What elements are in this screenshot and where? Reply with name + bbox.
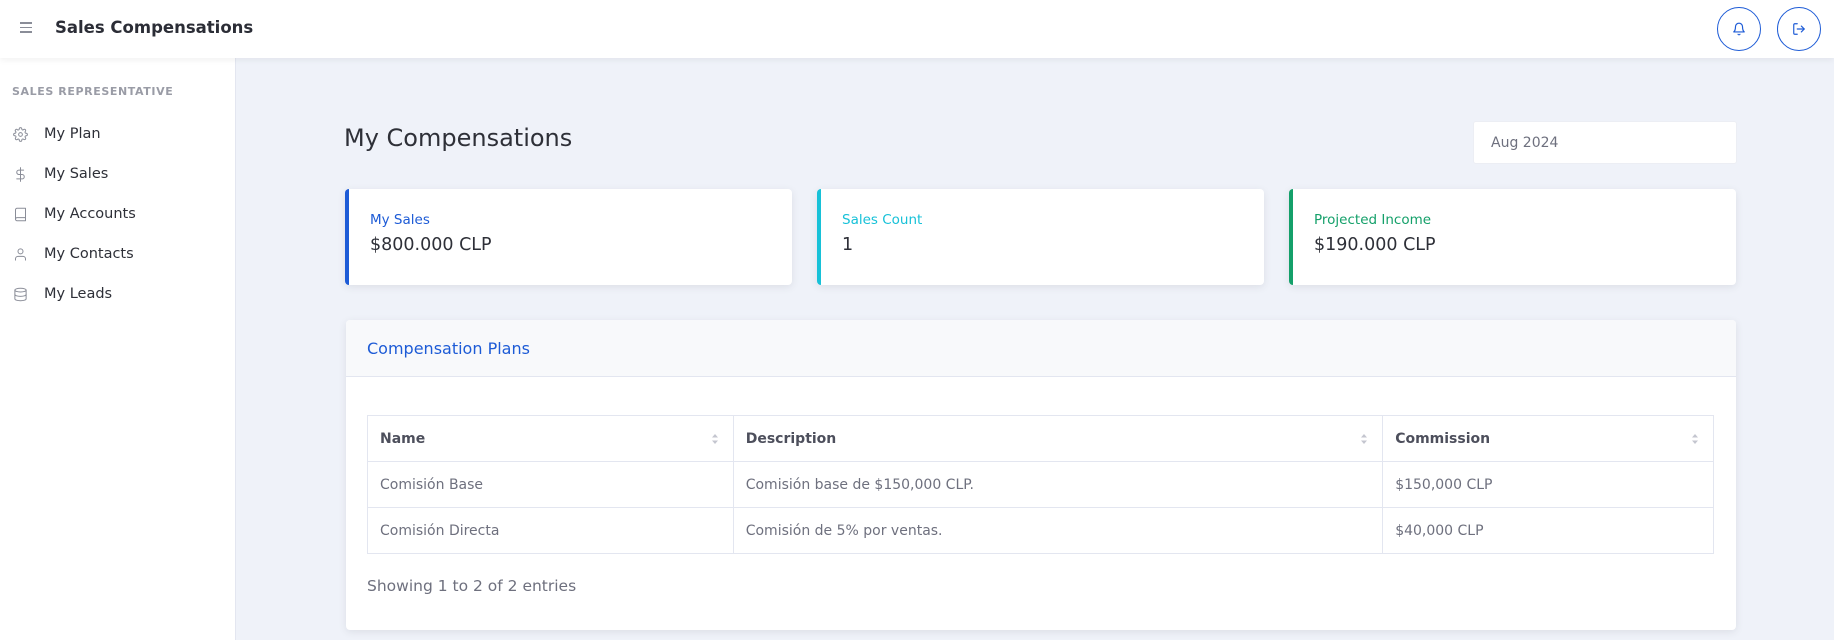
- stat-card-projected-income: Projected Income $190.000 CLP: [1289, 189, 1736, 285]
- app-title: Sales Compensations: [55, 18, 254, 37]
- bell-icon: [1733, 22, 1745, 36]
- sort-icon: [711, 434, 718, 444]
- person-icon: [12, 246, 28, 262]
- menu-icon[interactable]: [20, 22, 32, 34]
- logout-icon: [1793, 23, 1805, 35]
- stat-card-sales-count: Sales Count 1: [817, 189, 1264, 285]
- table-cell-name: Comisión Directa: [367, 507, 734, 554]
- sidebar-item-my-accounts[interactable]: My Accounts: [0, 195, 236, 233]
- sidebar-item-my-sales[interactable]: My Sales: [0, 155, 236, 193]
- sidebar: SALES REPRESENTATIVE My Plan My Sales My…: [0, 58, 236, 640]
- gear-icon: [12, 126, 28, 142]
- table-cell-description: Comisión de 5% por ventas.: [732, 507, 1384, 554]
- column-header-description[interactable]: Description: [732, 415, 1384, 462]
- sort-icon: [1692, 434, 1698, 444]
- stat-card-label: My Sales: [370, 212, 430, 228]
- sidebar-item-my-contacts[interactable]: My Contacts: [0, 235, 236, 273]
- page-title: My Compensations: [344, 124, 573, 152]
- compensation-plans-panel: Compensation Plans Name Description Comm…: [346, 320, 1736, 630]
- table-row: Comisión Base Comisión base de $150,000 …: [367, 461, 1714, 508]
- sidebar-item-label: My Leads: [44, 286, 113, 302]
- sidebar-item-label: My Sales: [44, 166, 109, 182]
- stat-card-value: 1: [842, 235, 854, 255]
- stat-card-my-sales: My Sales $800.000 CLP: [345, 189, 792, 285]
- column-header-commission[interactable]: Commission: [1382, 415, 1714, 462]
- table-cell-commission: $40,000 CLP: [1382, 507, 1714, 554]
- table-cell-commission: $150,000 CLP: [1382, 461, 1714, 508]
- sort-icon: [1361, 434, 1368, 444]
- database-icon: [12, 286, 28, 302]
- sidebar-heading: SALES REPRESENTATIVE: [12, 85, 174, 98]
- panel-title: Compensation Plans: [367, 338, 530, 358]
- column-header-name[interactable]: Name: [367, 415, 734, 462]
- table-cell-name: Comisión Base: [367, 461, 734, 508]
- table-row: Comisión Directa Comisión de 5% por vent…: [367, 507, 1714, 554]
- table-header-row: Name Description Commission: [367, 415, 1714, 462]
- sidebar-item-label: My Contacts: [44, 246, 134, 262]
- stat-card-label: Sales Count: [842, 212, 923, 228]
- table-entries-info: Showing 1 to 2 of 2 entries: [367, 577, 577, 595]
- top-navbar: Sales Compensations: [0, 0, 1834, 58]
- compensation-plans-table: Name Description Commission Comisión Bas…: [367, 415, 1714, 554]
- logout-button[interactable]: [1777, 7, 1821, 51]
- sidebar-item-label: My Accounts: [44, 206, 136, 222]
- sidebar-item-label: My Plan: [44, 126, 101, 142]
- book-icon: [12, 206, 28, 222]
- notifications-button[interactable]: [1717, 7, 1761, 51]
- stat-card-value: $800.000 CLP: [370, 235, 492, 255]
- panel-header: Compensation Plans: [346, 320, 1736, 377]
- dollar-icon: [12, 166, 28, 182]
- stat-card-label: Projected Income: [1314, 212, 1432, 228]
- table-cell-description: Comisión base de $150,000 CLP.: [732, 461, 1384, 508]
- month-picker-input[interactable]: [1473, 121, 1737, 164]
- sidebar-item-my-leads[interactable]: My Leads: [0, 275, 236, 313]
- stat-card-value: $190.000 CLP: [1314, 235, 1436, 255]
- sidebar-item-my-plan[interactable]: My Plan: [0, 115, 236, 153]
